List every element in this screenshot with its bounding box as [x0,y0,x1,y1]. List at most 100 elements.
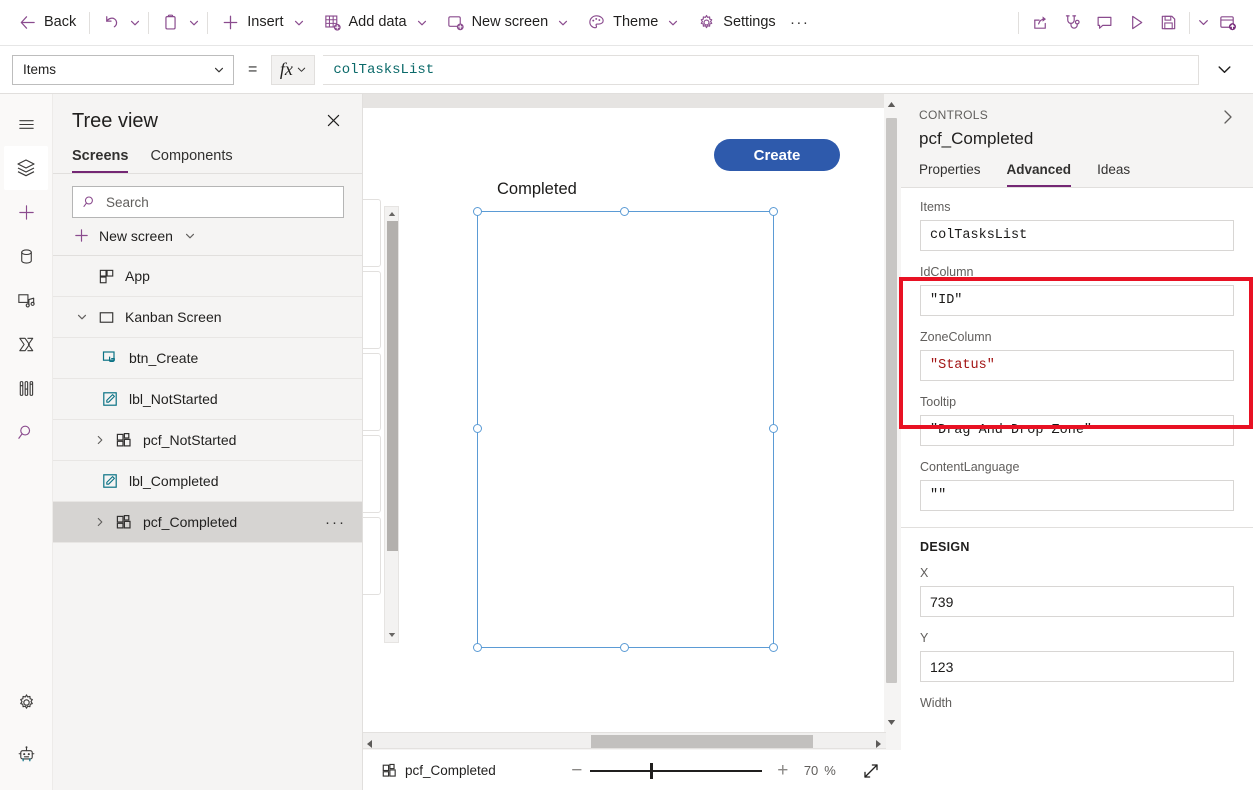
canvas-vertical-scrollbar[interactable] [884,94,899,732]
scrollbar-thumb[interactable] [886,118,897,683]
panel-collapse-button[interactable] [1217,106,1239,133]
field-input-contentlanguage[interactable]: "" [920,480,1234,511]
tree-item-app[interactable]: App [53,256,362,297]
kanban-column-scrollbar[interactable] [384,206,399,643]
resize-handle-s[interactable] [620,643,629,652]
tab-screens[interactable]: Screens [72,148,128,173]
tab-components[interactable]: Components [150,148,232,173]
rail-copilot-button[interactable] [5,732,49,776]
rail-search-button[interactable] [4,410,48,454]
tree-item-lbl-completed[interactable]: lbl_Completed [53,461,362,502]
scroll-down-arrow-icon[interactable] [885,715,898,729]
zoom-slider[interactable] [590,770,762,772]
add-data-button[interactable]: Add data [315,7,438,39]
zoom-percent-value: 70 [804,763,818,778]
new-screen-button[interactable]: New screen [438,7,580,39]
undo-button[interactable] [95,7,127,39]
settings-button[interactable]: Settings [689,7,783,39]
tree-item-pcf-notstarted[interactable]: pcf_NotStarted [53,420,362,461]
formula-input[interactable]: colTasksList [323,55,1199,85]
function-button[interactable]: fx [271,55,315,85]
more-commands-button[interactable]: ··· [784,7,816,39]
save-button[interactable] [1152,7,1184,39]
add-data-chevron-down-icon[interactable] [414,15,430,31]
field-input-tooltip[interactable]: "Drag And Drop Zone" [920,415,1234,446]
formula-value: colTasksList [333,62,434,78]
chevron-down-icon[interactable] [71,311,93,323]
scroll-up-arrow-icon[interactable] [385,208,398,220]
scroll-up-arrow-icon[interactable] [885,97,898,111]
resize-handle-w[interactable] [473,424,482,433]
field-input-x[interactable]: 739 [920,586,1234,617]
preview-button[interactable] [1120,7,1152,39]
rail-settings-button[interactable] [5,680,49,724]
tree-search-box[interactable] [72,186,344,218]
app-canvas[interactable]: Create Completed [363,94,886,732]
tree-item-btn-create[interactable]: btn_Create [53,338,362,379]
resize-handle-ne[interactable] [769,207,778,216]
new-screen-menu-item[interactable]: New screen [53,218,362,256]
share-button[interactable] [1024,7,1056,39]
tab-properties[interactable]: Properties [919,162,981,187]
canvas-horizontal-scrollbar[interactable] [363,732,886,749]
rail-tree-view-button[interactable] [4,146,48,190]
resize-handle-e[interactable] [769,424,778,433]
status-selected-control[interactable]: pcf_Completed [381,762,496,779]
theme-chevron-down-icon[interactable] [665,15,681,31]
field-input-zonecolumn[interactable]: "Status" [920,350,1234,381]
publish-button[interactable] [1211,7,1243,39]
resize-handle-n[interactable] [620,207,629,216]
tab-ideas[interactable]: Ideas [1097,162,1130,187]
insert-button[interactable]: Insert [213,7,314,39]
property-selector[interactable]: Items [12,55,234,85]
tree-item-kanban-screen[interactable]: Kanban Screen [53,297,362,338]
tree-item-overflow-button[interactable]: ··· [325,514,346,531]
chevron-right-icon[interactable] [89,516,111,528]
formula-bar-expand-button[interactable] [1207,53,1241,87]
resize-handle-nw[interactable] [473,207,482,216]
field-value: "ID" [930,293,962,308]
save-options-chevron-down-icon[interactable] [1195,15,1211,31]
rail-variables-button[interactable] [4,366,48,410]
scroll-down-arrow-icon[interactable] [385,629,398,641]
paste-chevron[interactable] [186,15,202,31]
kanban-card [363,517,381,595]
search-input[interactable] [106,195,334,210]
tree-item-pcf-completed[interactable]: pcf_Completed ··· [53,502,362,543]
undo-chevron[interactable] [127,15,143,31]
lbl-completed-text[interactable]: Completed [497,180,577,199]
rail-insert-button[interactable] [4,190,48,234]
rail-data-button[interactable] [4,234,48,278]
tree-view-close-button[interactable] [323,110,344,136]
scrollbar-thumb[interactable] [387,221,398,551]
create-button[interactable]: Create [714,139,840,171]
tree-item-lbl-notstarted[interactable]: lbl_NotStarted [53,379,362,420]
zoom-out-button[interactable]: − [564,758,590,784]
fit-to-screen-button[interactable] [858,758,884,784]
app-checker-button[interactable] [1056,7,1088,39]
back-button[interactable]: Back [10,7,84,39]
paste-button[interactable] [154,7,186,39]
insert-chevron-down-icon[interactable] [291,15,307,31]
comments-button[interactable] [1088,7,1120,39]
chevron-right-icon[interactable] [89,434,111,446]
scrollbar-thumb[interactable] [591,735,813,748]
plus-icon [73,227,90,244]
theme-button[interactable]: Theme [579,7,689,39]
zoom-slider-thumb[interactable] [650,763,653,779]
zoom-in-button[interactable]: + [770,758,796,784]
power-automate-icon [16,334,37,355]
new-screen-chevron-down-icon[interactable] [555,15,571,31]
field-input-y[interactable]: 123 [920,651,1234,682]
rail-power-automate-button[interactable] [4,322,48,366]
status-control-name: pcf_Completed [405,763,496,778]
properties-panel-header: CONTROLS pcf_Completed [901,94,1253,149]
rail-menu-button[interactable] [4,102,48,146]
resize-handle-se[interactable] [769,643,778,652]
selected-control-outline[interactable] [477,211,774,648]
resize-handle-sw[interactable] [473,643,482,652]
field-input-items[interactable]: colTasksList [920,220,1234,251]
tab-advanced[interactable]: Advanced [1007,162,1072,187]
rail-media-button[interactable] [4,278,48,322]
field-input-idcolumn[interactable]: "ID" [920,285,1234,316]
